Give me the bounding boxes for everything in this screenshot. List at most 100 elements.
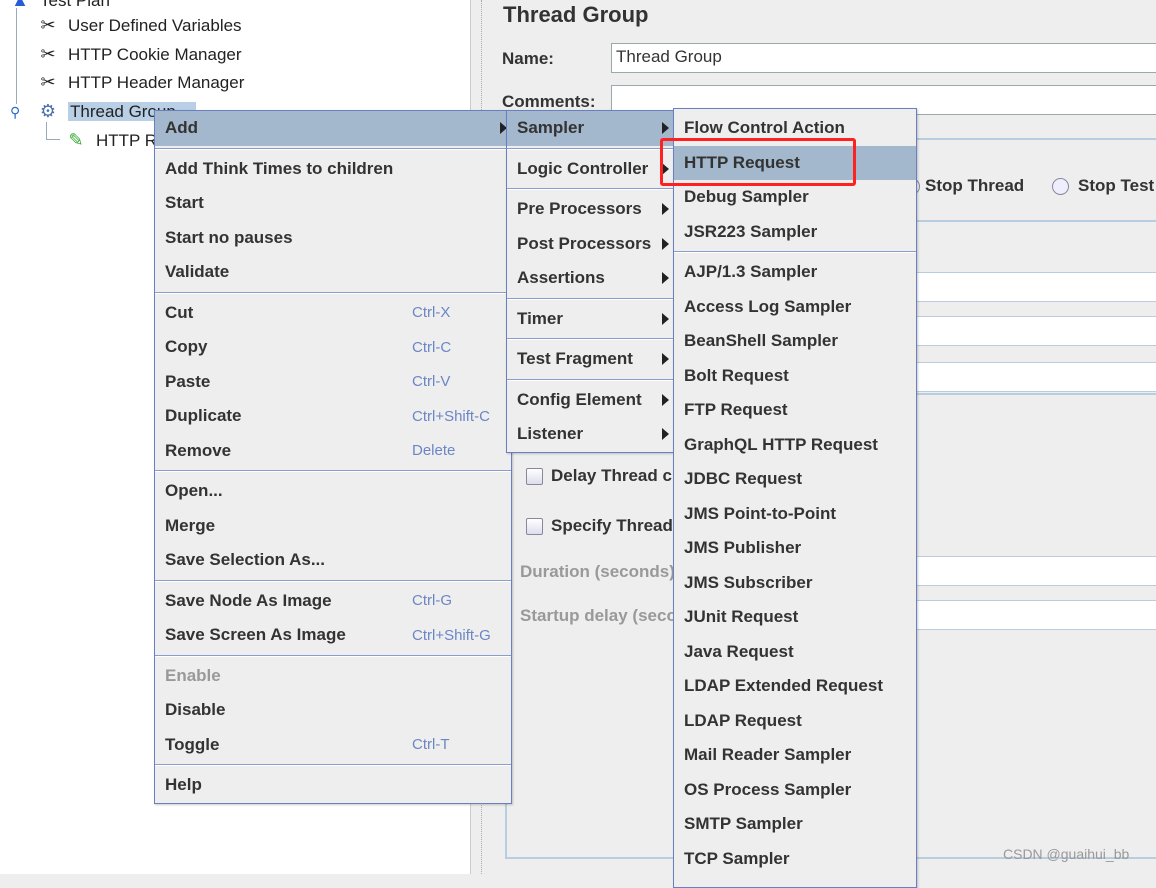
menu-item-label: JMS Publisher [684,538,802,558]
menu-item-cut[interactable]: Cut Ctrl-X [155,296,511,331]
menu-item-save-selection-as[interactable]: Save Selection As... [155,543,511,578]
tree-item-http-cookie-manager[interactable]: ✂ HTTP Cookie Manager [34,41,241,67]
menu-item-save-screen-as-image[interactable]: Save Screen As Image Ctrl+Shift-G [155,618,511,653]
menu-item-label: Java Request [684,641,794,661]
menu-item-open[interactable]: Open... [155,474,511,509]
gear-icon: ⚙ [39,101,57,121]
duration-field[interactable] [905,556,1156,586]
menu-item-ajp-1-3-sampler[interactable]: AJP/1.3 Sampler [674,255,916,290]
startup-delay-field[interactable] [905,600,1156,630]
tree-expand-handle[interactable]: ⚲ [10,104,20,121]
menu-item-timer[interactable]: Timer [507,302,673,337]
menu-item-toggle[interactable]: Toggle Ctrl-T [155,728,511,763]
menu-item-label: Logic Controller [517,158,649,178]
submenu-arrow-icon [662,312,669,325]
menu-item-jsr223-sampler[interactable]: JSR223 Sampler [674,215,916,250]
menu-item-jms-publisher[interactable]: JMS Publisher [674,531,916,566]
menu-item-label: Post Processors [517,233,652,253]
menu-item-label: BeanShell Sampler [684,331,839,351]
menu-item-label: Disable [165,700,226,720]
shortcut-label: Delete [412,442,456,460]
menu-item-http-request[interactable]: HTTP Request [674,145,916,180]
specify-thread-lifetime-checkbox[interactable] [526,518,543,535]
menu-item-copy[interactable]: Copy Ctrl-C [155,330,511,365]
menu-item-ftp-request[interactable]: FTP Request [674,393,916,428]
menu-item-junit-request[interactable]: JUnit Request [674,600,916,635]
menu-item-pre-processors[interactable]: Pre Processors [507,192,673,227]
menu-item-label: Assertions [517,268,605,288]
menu-item-jdbc-request[interactable]: JDBC Request [674,462,916,497]
menu-item-beanshell-sampler[interactable]: BeanShell Sampler [674,324,916,359]
page-title: Thread Group [503,2,649,27]
tree-item-user-defined-variables[interactable]: ✂ User Defined Variables [34,12,241,38]
menu-item-assertions[interactable]: Assertions [507,261,673,296]
menu-item-disable[interactable]: Disable [155,693,511,728]
menu-item-logic-controller[interactable]: Logic Controller [507,152,673,187]
menu-item-label: Flow Control Action [684,118,845,138]
menu-item-listener[interactable]: Listener [507,417,673,452]
menu-item-label: Debug Sampler [684,187,809,207]
menu-item-remove[interactable]: Remove Delete [155,434,511,469]
menu-item-add-think-times-to-children[interactable]: Add Think Times to children [155,152,511,187]
menu-item-label: Copy [165,337,208,357]
menu-item-sampler[interactable]: Sampler [507,111,673,146]
config-wrench-icon: ✂ [40,15,56,35]
menu-item-help[interactable]: Help [155,768,511,803]
menu-item-ldap-request[interactable]: LDAP Request [674,704,916,739]
stop-test-label: Stop Test [1078,176,1155,195]
menu-item-label: JUnit Request [684,607,799,627]
menu-item-debug-sampler[interactable]: Debug Sampler [674,180,916,215]
menu-item-label: Test Fragment [517,349,633,369]
menu-item-paste[interactable]: Paste Ctrl-V [155,365,511,400]
menu-item-label: Save Node As Image [165,590,332,610]
menu-item-jms-point-to-point[interactable]: JMS Point-to-Point [674,497,916,532]
watermark: CSDN @guaihui_bb [1003,846,1130,862]
shortcut-label: Ctrl-G [412,592,452,610]
delay-thread-checkbox[interactable] [526,468,543,485]
menu-item-enable: Enable [155,659,511,694]
name-field[interactable]: Thread Group [611,43,1156,73]
menu-item-label: Pre Processors [517,199,642,219]
menu-item-config-element[interactable]: Config Element [507,383,673,418]
menu-item-label: Remove [165,440,232,460]
menu-item-label: JMS Point-to-Point [684,503,837,523]
comments-label: Comments: [502,92,596,111]
threads-field[interactable] [905,272,1156,302]
ramp-up-field[interactable] [905,316,1156,346]
menu-item-mail-reader-sampler[interactable]: Mail Reader Sampler [674,738,916,773]
shortcut-label: Ctrl+Shift-G [412,626,491,644]
tree-item-http-header-manager[interactable]: ✂ HTTP Header Manager [34,69,244,95]
menu-item-post-processors[interactable]: Post Processors [507,227,673,262]
menu-item-smtp-sampler[interactable]: SMTP Sampler [674,807,916,842]
menu-item-jms-subscriber[interactable]: JMS Subscriber [674,566,916,601]
menu-item-start[interactable]: Start [155,186,511,221]
menu-item-validate[interactable]: Validate [155,255,511,290]
stop-test-radio[interactable] [1052,178,1069,195]
menu-item-label: Config Element [517,389,642,409]
menu-item-flow-control-action[interactable]: Flow Control Action [674,111,916,146]
menu-item-graphql-http-request[interactable]: GraphQL HTTP Request [674,428,916,463]
menu-item-label: Sampler [517,118,585,138]
shortcut-label: Ctrl-X [412,304,451,322]
config-wrench-icon: ✂ [40,44,56,64]
menu-item-label: Toggle [165,734,220,754]
menu-item-label: LDAP Extended Request [684,676,884,696]
menu-item-duplicate[interactable]: Duplicate Ctrl+Shift-C [155,399,511,434]
menu-item-label: JSR223 Sampler [684,221,818,241]
menu-item-access-log-sampler[interactable]: Access Log Sampler [674,290,916,325]
context-menu: Add Add Think Times to children Start Start… [154,110,512,804]
menu-item-label: OS Process Sampler [684,779,852,799]
submenu-arrow-icon [662,272,669,285]
menu-item-tcp-sampler[interactable]: TCP Sampler [674,842,916,877]
menu-item-java-request[interactable]: Java Request [674,635,916,670]
menu-item-save-node-as-image[interactable]: Save Node As Image Ctrl-G [155,584,511,619]
menu-item-label: Cut [165,302,194,322]
menu-item-bolt-request[interactable]: Bolt Request [674,359,916,394]
menu-item-start-no-pauses[interactable]: Start no pauses [155,221,511,256]
menu-item-os-process-sampler[interactable]: OS Process Sampler [674,773,916,808]
loop-count-field[interactable] [905,362,1156,392]
menu-item-merge[interactable]: Merge [155,509,511,544]
menu-item-ldap-extended-request[interactable]: LDAP Extended Request [674,669,916,704]
menu-item-test-fragment[interactable]: Test Fragment [507,342,673,377]
menu-item-add[interactable]: Add [155,111,511,146]
